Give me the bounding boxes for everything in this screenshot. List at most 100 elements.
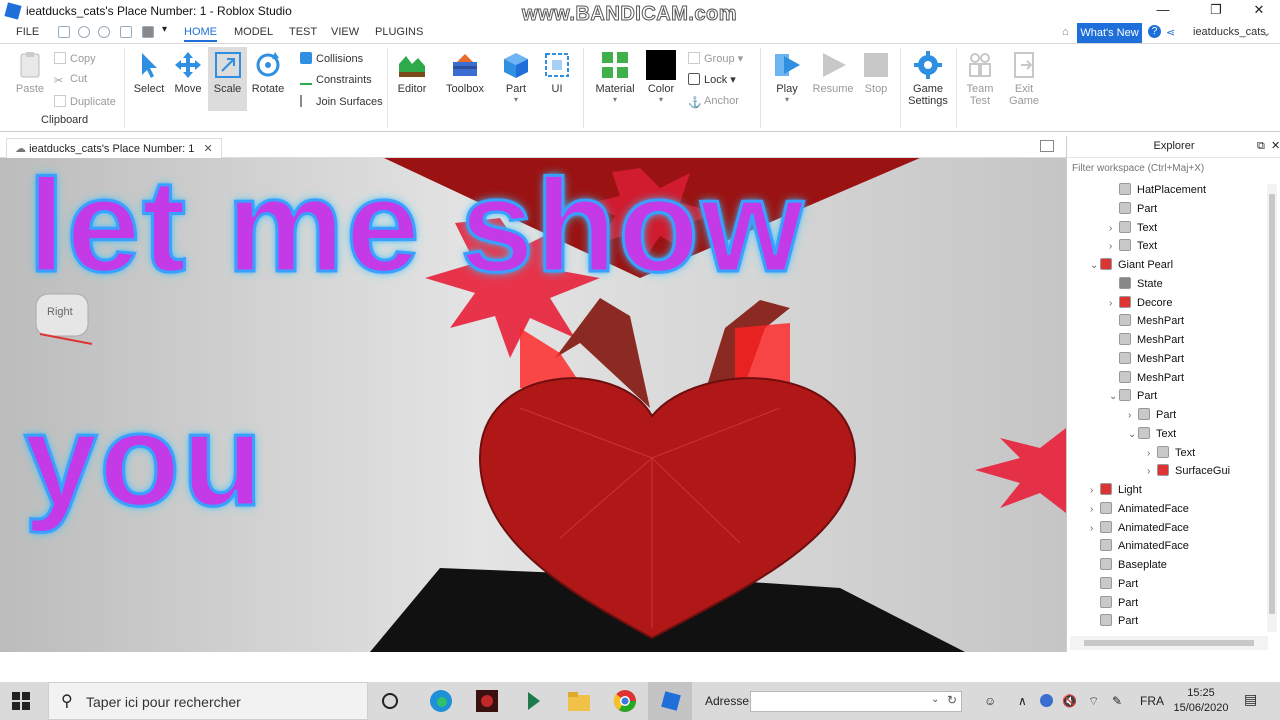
task-view-icon[interactable]: [382, 693, 398, 709]
expand-chevron-icon[interactable]: ›: [1128, 407, 1138, 425]
ui-button[interactable]: UI: [541, 50, 573, 95]
scrollbar-thumb[interactable]: [1269, 194, 1275, 614]
expand-chevron-icon[interactable]: ⌄: [1109, 388, 1119, 406]
duplicate-button[interactable]: Duplicate: [54, 95, 116, 108]
explorer-tree-item[interactable]: › SurfaceGui: [1147, 462, 1230, 480]
keyboard-edit-icon[interactable]: ✎: [1112, 694, 1122, 708]
new-file-icon[interactable]: [58, 26, 70, 38]
undock-icon[interactable]: ⧉: [1257, 136, 1265, 156]
restore-view-icon[interactable]: [1040, 140, 1054, 152]
tab-home[interactable]: HOME: [184, 26, 217, 42]
collapse-ribbon-icon[interactable]: ⌂: [1062, 26, 1069, 38]
part-button[interactable]: Part ▾: [498, 50, 534, 104]
system-clock[interactable]: 15:25 15/06/2020: [1170, 686, 1232, 716]
explorer-tree-item[interactable]: Part: [1090, 594, 1138, 612]
whats-new-button[interactable]: What's New: [1077, 23, 1142, 43]
scrollbar-thumb[interactable]: [1084, 640, 1254, 646]
team-test-button[interactable]: Team Test: [960, 50, 1000, 107]
explorer-horizontal-scrollbar[interactable]: [1070, 636, 1268, 650]
material-button[interactable]: Material ▾: [594, 50, 636, 104]
expand-chevron-icon[interactable]: ›: [1109, 295, 1119, 313]
file-menu[interactable]: FILE: [16, 26, 39, 38]
explorer-tree-item[interactable]: ⌄ Giant Pearl: [1090, 256, 1173, 274]
explorer-tree-item[interactable]: › Text: [1109, 237, 1157, 255]
place-document-tab[interactable]: ☁ ieatducks_cats's Place Number: 1 ✕: [6, 138, 222, 158]
explorer-tree-item[interactable]: › AnimatedFace: [1090, 500, 1189, 518]
tab-view[interactable]: VIEW: [331, 26, 359, 38]
expand-chevron-icon[interactable]: ⌄: [1090, 257, 1100, 275]
explorer-tree-item[interactable]: MeshPart: [1109, 331, 1184, 349]
explorer-tree-item[interactable]: › Text: [1109, 219, 1157, 237]
explorer-close-icon[interactable]: ✕: [1271, 136, 1280, 156]
constraints-button[interactable]: Constraints: [300, 73, 372, 86]
wifi-icon[interactable]: ⌔: [1088, 694, 1099, 709]
file-explorer-icon[interactable]: [566, 688, 592, 714]
cut-button[interactable]: ✂ Cut: [54, 73, 87, 87]
tab-test[interactable]: TEST: [289, 26, 317, 38]
color-dropdown-icon[interactable]: ▾: [643, 95, 679, 104]
stop-quick-icon[interactable]: [142, 26, 154, 38]
minimize-button[interactable]: —: [1140, 0, 1186, 22]
tab-model[interactable]: MODEL: [234, 26, 273, 38]
roblox-studio-taskbar-icon[interactable]: [658, 688, 684, 714]
explorer-tree-item[interactable]: MeshPart: [1109, 312, 1184, 330]
app-arrow-icon[interactable]: [520, 688, 546, 714]
resume-button[interactable]: Resume: [812, 50, 854, 95]
explorer-tree-item[interactable]: Part: [1090, 575, 1138, 593]
select-button[interactable]: Select: [130, 50, 168, 95]
exit-game-button[interactable]: Exit Game: [1004, 50, 1044, 107]
scale-button[interactable]: Scale: [208, 47, 247, 111]
customize-quick-access-icon[interactable]: ▾: [162, 24, 174, 36]
explorer-tree-item[interactable]: › Text: [1147, 444, 1195, 462]
explorer-tree-item[interactable]: State: [1109, 275, 1163, 293]
explorer-tree-item[interactable]: MeshPart: [1109, 369, 1184, 387]
tab-plugins[interactable]: PLUGINS: [375, 26, 423, 38]
group-button[interactable]: Group ▾: [688, 52, 743, 65]
people-icon[interactable]: ☺: [984, 694, 996, 708]
explorer-tree-item[interactable]: › AnimatedFace: [1090, 519, 1189, 537]
redo-icon[interactable]: [98, 26, 110, 38]
maximize-button[interactable]: ❐: [1193, 0, 1239, 22]
play-button[interactable]: Play ▾: [768, 50, 806, 104]
explorer-tree-item[interactable]: Part: [1109, 200, 1157, 218]
account-chevron-icon[interactable]: ⌄: [1262, 26, 1271, 39]
share-icon[interactable]: ⋖: [1166, 26, 1175, 39]
close-tab-icon[interactable]: ✕: [203, 143, 212, 155]
anchor-button[interactable]: ⚓ Anchor: [688, 95, 739, 109]
notifications-icon[interactable]: ▤: [1244, 691, 1257, 708]
edge-browser-icon[interactable]: [428, 688, 454, 714]
taskbar-search-box[interactable]: ⚲ Taper ici pour rechercher: [48, 682, 368, 720]
material-dropdown-icon[interactable]: ▾: [594, 95, 636, 104]
expand-chevron-icon[interactable]: ⌄: [1128, 426, 1138, 444]
undo-icon[interactable]: [78, 26, 90, 38]
address-go-icon[interactable]: ↻: [947, 693, 957, 707]
expand-chevron-icon[interactable]: ›: [1109, 220, 1119, 238]
expand-chevron-icon[interactable]: ›: [1109, 238, 1119, 256]
expand-chevron-icon[interactable]: ›: [1090, 501, 1100, 519]
expand-chevron-icon[interactable]: ›: [1090, 520, 1100, 538]
copy-button[interactable]: Copy: [54, 52, 96, 65]
explorer-tree-item[interactable]: › Part: [1128, 406, 1176, 424]
close-button[interactable]: ✕: [1236, 0, 1280, 22]
chrome-browser-icon[interactable]: [612, 688, 638, 714]
explorer-tree-item[interactable]: ⌄ Part: [1109, 387, 1157, 405]
stop-button[interactable]: Stop: [860, 50, 892, 95]
help-icon[interactable]: ?: [1148, 25, 1161, 38]
tray-chevron-icon[interactable]: ∧: [1018, 694, 1027, 708]
explorer-tree-item[interactable]: Part: [1090, 612, 1138, 630]
collisions-button[interactable]: Collisions: [300, 52, 363, 65]
explorer-filter-input[interactable]: [1069, 159, 1279, 177]
volume-muted-icon[interactable]: 🔇: [1062, 694, 1077, 708]
part-dropdown-icon[interactable]: ▾: [498, 95, 534, 104]
publish-icon[interactable]: [120, 26, 132, 38]
game-settings-button[interactable]: Game Settings: [904, 50, 952, 107]
explorer-tree-item[interactable]: ⌄ Text: [1128, 425, 1176, 443]
play-dropdown-icon[interactable]: ▾: [768, 95, 806, 104]
explorer-vertical-scrollbar[interactable]: [1267, 184, 1277, 632]
language-indicator[interactable]: FRA: [1140, 694, 1164, 708]
explorer-tree-item[interactable]: MeshPart: [1109, 350, 1184, 368]
lock-button[interactable]: Lock ▾: [688, 73, 736, 86]
explorer-tree-item[interactable]: AnimatedFace: [1090, 537, 1189, 555]
terrain-editor-button[interactable]: Editor: [393, 50, 431, 95]
expand-chevron-icon[interactable]: ›: [1147, 463, 1157, 481]
